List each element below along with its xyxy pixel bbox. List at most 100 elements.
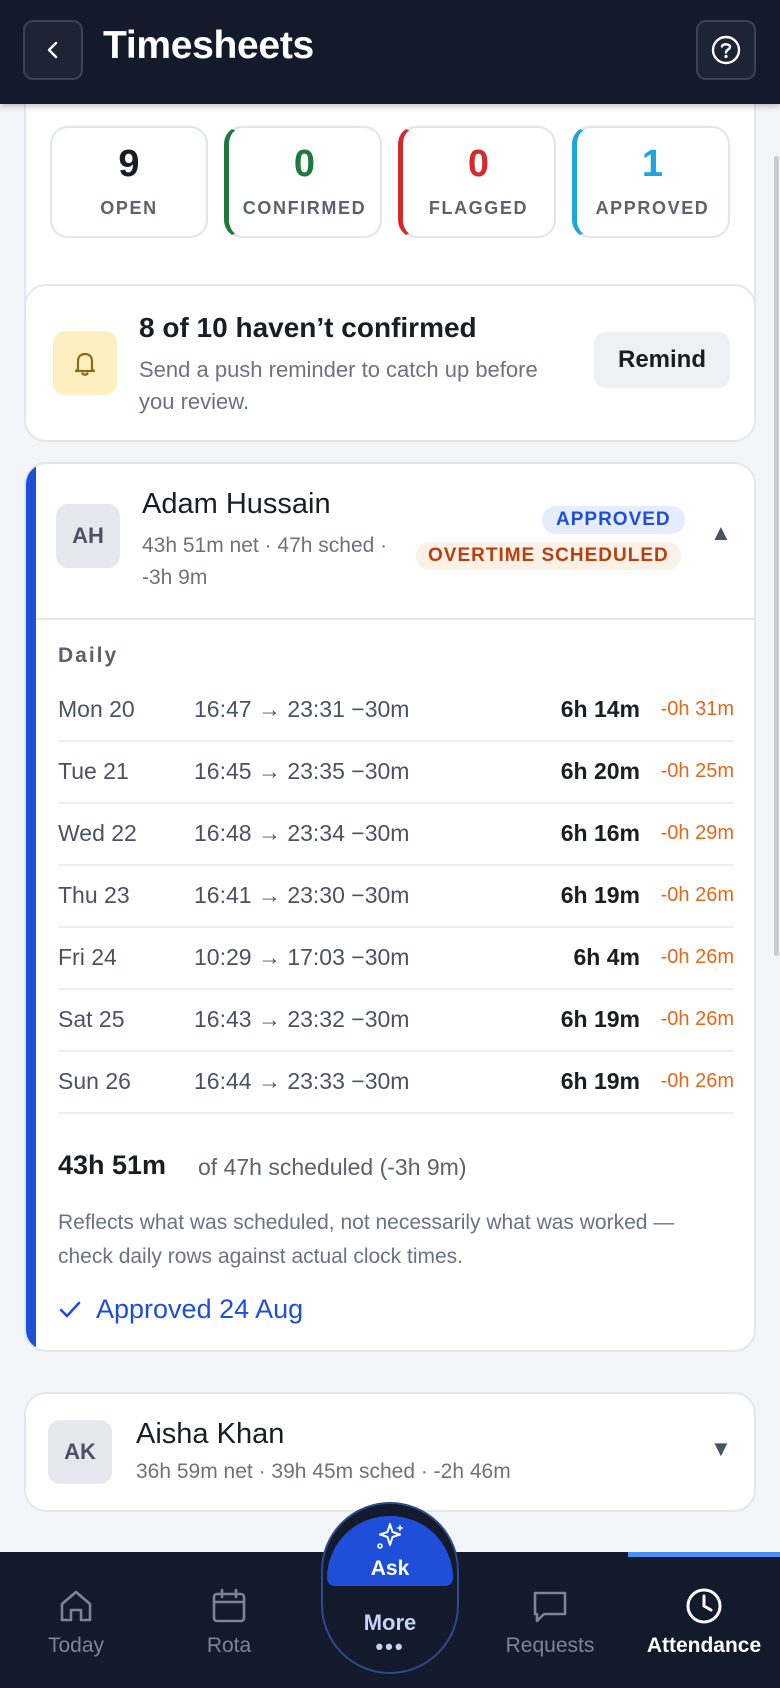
row-hours: 6h 16m [560,820,640,846]
total-scheduled: of 47h scheduled (-3h 9m) [198,1154,467,1180]
stat-flagged[interactable]: 0 FLAGGED [398,126,556,238]
reminder-card: 8 of 10 haven’t confirmed Send a push re… [24,284,756,442]
stat-flagged-value: 0 [467,143,490,185]
help-button[interactable] [696,20,756,80]
card-divider [36,618,754,620]
daily-row: Wed 22 16:48 → 23:34 −30m 6h 16m -0h 29m [58,804,734,866]
approved-text: Approved 24 Aug [96,1294,304,1324]
stat-confirmed[interactable]: 0 CONFIRMED [224,126,382,238]
main-content: 9 OPEN 0 CONFIRMED 0 FLAGGED 1 APPROVED … [0,104,780,1552]
row-diff: -0h 26m [660,946,734,968]
daily-row: Tue 21 16:45 → 23:35 −30m 6h 20m -0h 25m [58,742,734,804]
row-time: 16:48 → 23:34 −30m [194,820,410,846]
approved-status: Approved 24 Aug [58,1294,303,1325]
stat-confirmed-value: 0 [293,143,316,185]
row-day: Tue 21 [58,758,129,784]
row-hours: 6h 19m [560,882,640,908]
daily-section-label: Daily [58,644,119,667]
collapse-caret-icon[interactable]: ▲ [710,520,732,546]
row-diff: -0h 31m [660,698,734,720]
employee-card-aisha-khan[interactable]: AK Aisha Khan 36h 59m net · 39h 45m sche… [24,1392,756,1512]
stat-flagged-label: FLAGGED [428,198,529,218]
check-icon [59,1301,81,1317]
daily-row: Mon 20 16:47 → 23:31 −30m 6h 14m -0h 31m [58,680,734,742]
nav-rota-label: Rota [206,1634,252,1657]
schedule-note: Reflects what was scheduled, not necessa… [58,1211,675,1268]
row-time: 16:45 → 23:35 −30m [194,758,410,784]
stat-open-label: OPEN [100,198,158,218]
nav-today-label: Today [47,1634,105,1657]
row-time: 16:47 → 23:31 −30m [194,696,410,722]
calendar-icon [212,1588,246,1623]
home-icon [60,1590,92,1622]
row-diff: -0h 26m [660,1070,734,1092]
expand-caret-icon[interactable]: ▼ [710,1436,732,1462]
row-hours: 6h 20m [560,758,640,784]
row-day: Mon 20 [58,696,135,722]
ask-label: Ask [370,1557,410,1580]
clock-icon [686,1588,722,1624]
scrollbar[interactable] [774,156,779,956]
stat-approved-label: APPROVED [595,198,710,218]
chevron-left-icon [47,41,58,59]
nav-rota[interactable]: Rota [159,1582,299,1658]
back-button[interactable] [23,20,83,80]
sparkle-icon [377,1523,404,1549]
card-accent-bar [26,464,36,1350]
row-day: Wed 22 [58,820,137,846]
employee-meta-line1: 36h 59m net · 39h 45m sched · -2h 46m [136,1460,511,1483]
avatar: AH [56,504,120,568]
employee-meta-line1: 43h 51m net · 47h sched · [142,534,388,557]
row-diff: -0h 26m [660,884,734,906]
more-label: More [363,1610,417,1635]
help-icon [711,35,741,65]
row-hours: 6h 19m [560,1006,640,1032]
employee-name[interactable]: Adam Hussain [142,488,331,521]
reminder-subtitle: Send a push reminder to catch up before … [139,357,538,414]
avatar: AK [48,1420,112,1484]
daily-row: Sun 26 16:44 → 23:33 −30m 6h 19m -0h 26m [58,1052,734,1114]
stat-confirmed-label: CONFIRMED [242,198,367,218]
ask-button[interactable]: Ask [327,1516,453,1586]
active-tab-indicator [628,1552,780,1557]
row-diff: -0h 26m [660,1008,734,1030]
bell-icon-box [53,331,117,395]
daily-row: Thu 23 16:41 → 23:30 −30m 6h 19m -0h 26m [58,866,734,928]
nav-attendance-label: Attendance [646,1634,762,1657]
row-hours: 6h 4m [573,944,640,970]
row-time: 16:43 → 23:32 −30m [194,1006,410,1032]
stat-approved-value: 1 [641,143,664,185]
row-hours: 6h 14m [560,696,640,722]
nav-requests-label: Requests [505,1634,595,1657]
more-dots-icon: ••• [375,1634,405,1659]
employee-card-adam-hussain: AH Adam Hussain 43h 51m net · 47h sched … [24,462,756,1352]
row-day: Sat 25 [58,1006,125,1032]
row-day: Fri 24 [58,944,117,970]
app-header: Timesheets [0,0,780,104]
daily-row: Sat 25 16:43 → 23:32 −30m 6h 19m -0h 26m [58,990,734,1052]
chat-icon [533,1591,567,1623]
daily-rows: Mon 20 16:47 → 23:31 −30m 6h 14m -0h 31m… [58,680,734,1114]
nav-requests[interactable]: Requests [480,1582,620,1658]
bell-icon [74,352,96,376]
row-day: Sun 26 [58,1068,131,1094]
employee-name[interactable]: Aisha Khan [136,1418,284,1451]
remind-button[interactable]: Remind [594,332,730,388]
nav-today[interactable]: Today [6,1582,146,1658]
stat-open-value: 9 [118,143,140,185]
row-time: 10:29 → 17:03 −30m [194,944,410,970]
daily-row: Fri 24 10:29 → 17:03 −30m 6h 4m -0h 26m [58,928,734,990]
employee-meta-line2: -3h 9m [142,566,208,589]
status-badge-overtime: OVERTIME SCHEDULED [416,542,681,570]
nav-attendance[interactable]: Attendance [634,1582,774,1658]
stat-approved[interactable]: 1 APPROVED [572,126,730,238]
row-day: Thu 23 [58,882,130,908]
status-badge-approved: APPROVED [542,506,685,534]
row-diff: -0h 25m [660,760,734,782]
page-title: Timesheets [103,24,314,67]
row-diff: -0h 29m [660,822,734,844]
stat-open[interactable]: 9 OPEN [50,126,208,238]
row-hours: 6h 19m [560,1068,640,1094]
total-hours: 43h 51m [58,1150,167,1180]
row-time: 16:41 → 23:30 −30m [194,882,410,908]
